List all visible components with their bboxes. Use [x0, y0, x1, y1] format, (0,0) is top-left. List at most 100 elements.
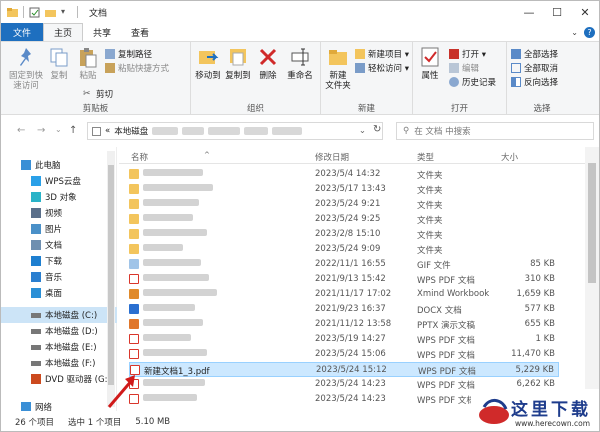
- open-button[interactable]: 打开 ▾: [449, 48, 486, 60]
- nav-item[interactable]: 此电脑: [1, 157, 117, 173]
- new-item-button[interactable]: 新建项目 ▾: [355, 48, 409, 60]
- pin-quick-access-button[interactable]: 固定到快 速访问: [9, 46, 43, 91]
- properties-button[interactable]: 属性: [417, 46, 443, 81]
- vertical-scrollbar[interactable]: [585, 147, 599, 411]
- paste-button[interactable]: 粘贴: [75, 46, 101, 81]
- address-bar[interactable]: « 本地磁盘 ⌄: [87, 122, 383, 140]
- nav-item[interactable]: DVD 驱动器 (G:: [1, 371, 117, 387]
- tab-view[interactable]: 查看: [121, 23, 159, 41]
- chevron-down-icon[interactable]: ▾: [61, 7, 72, 18]
- file-type: WPS PDF 文档: [417, 381, 475, 391]
- file-row[interactable]: 2021/9/13 15:42 WPS PDF 文档 310 KB: [129, 272, 559, 287]
- redacted-file-name: [143, 379, 205, 386]
- file-row[interactable]: 2023/5/24 9:25 文件夹: [129, 212, 559, 227]
- invert-selection-icon: [511, 77, 521, 87]
- file-row[interactable]: 2021/9/23 16:37 DOCX 文档 577 KB: [129, 302, 559, 317]
- search-input[interactable]: ⚲ 在 文档 中搜索: [396, 122, 594, 140]
- nav-item[interactable]: 本地磁盘 (E:): [1, 339, 117, 355]
- nav-item[interactable]: 视频: [1, 205, 117, 221]
- nav-item[interactable]: 图片: [1, 221, 117, 237]
- copy-path-button[interactable]: 复制路径: [105, 48, 152, 60]
- copy-button[interactable]: 复制: [47, 46, 71, 81]
- xmind-file-icon: [129, 289, 139, 299]
- nav-item[interactable]: 桌面: [1, 285, 117, 301]
- invert-selection-button[interactable]: 反向选择: [511, 76, 558, 88]
- search-icon: ⚲: [403, 126, 410, 136]
- nav-item[interactable]: 本地磁盘 (F:): [1, 355, 117, 371]
- select-none-button[interactable]: 全部取消: [511, 62, 558, 74]
- nav-item[interactable]: 本地磁盘 (D:): [1, 323, 117, 339]
- select-all-button[interactable]: 全部选择: [511, 48, 558, 60]
- chevron-down-icon[interactable]: ⌄: [55, 125, 62, 134]
- history-button[interactable]: 历史记录: [449, 76, 496, 88]
- easy-access-button[interactable]: 轻松访问 ▾: [355, 62, 409, 74]
- chevron-down-icon[interactable]: ⌄: [359, 126, 366, 136]
- file-row[interactable]: 2023/5/24 9:21 文件夹: [129, 197, 559, 212]
- column-header-date[interactable]: 修改日期: [315, 151, 349, 163]
- nav-item[interactable]: 3D 对象: [1, 189, 117, 205]
- tab-file[interactable]: 文件: [1, 23, 44, 41]
- copy-to-button[interactable]: 复制到: [223, 46, 253, 81]
- pptx-file-icon: [129, 319, 139, 329]
- tab-home[interactable]: 主页: [43, 23, 84, 41]
- minimize-button[interactable]: —: [515, 1, 543, 23]
- file-size: 11,470 KB: [511, 349, 555, 359]
- file-list: 名称 ^ 修改日期 类型 大小 2023/5/4 14:32 文件夹 2023/5/…: [119, 147, 599, 411]
- file-row[interactable]: 2023/5/17 13:43 文件夹: [129, 182, 559, 197]
- scrollbar-thumb[interactable]: [588, 163, 596, 283]
- file-row[interactable]: 新建文档1_3.pdf 2023/5/24 15:12 WPS PDF 文档 5,22…: [129, 362, 559, 377]
- scrollbar-thumb[interactable]: [108, 165, 114, 385]
- file-row[interactable]: 2023/5/24 9:09 文件夹: [129, 242, 559, 257]
- organize-group: 移动到 复制到 删除 重命名 组织: [191, 42, 321, 116]
- chevron-down-icon[interactable]: ⌄: [571, 28, 578, 37]
- properties-quick-icon[interactable]: [29, 7, 40, 18]
- move-to-button[interactable]: 移动到: [193, 46, 223, 81]
- file-row[interactable]: 2023/5/19 14:27 WPS PDF 文档 1 KB: [129, 332, 559, 347]
- redacted-path: [244, 127, 269, 135]
- tab-share[interactable]: 共享: [83, 23, 121, 41]
- file-row[interactable]: 2021/11/17 17:02 Xmind Workbook 1,659 KB: [129, 287, 559, 302]
- watermark: 这里下载 www.herecown.com: [471, 389, 599, 431]
- file-row[interactable]: 2023/2/8 15:10 文件夹: [129, 227, 559, 242]
- redacted-path: [208, 127, 241, 135]
- up-arrow-icon[interactable]: ↑: [69, 125, 77, 136]
- file-row[interactable]: 2021/11/12 13:58 PPTX 演示文稿 655 KB: [129, 317, 559, 332]
- breadcrumb-drive[interactable]: 本地磁盘: [114, 125, 148, 137]
- computer-icon: [21, 160, 31, 170]
- forward-arrow-icon[interactable]: →: [37, 125, 45, 136]
- help-icon[interactable]: ?: [584, 26, 595, 38]
- nav-item[interactable]: WPS云盘: [1, 173, 117, 189]
- nav-item[interactable]: 文档: [1, 237, 117, 253]
- file-date: 2023/5/24 15:06: [315, 349, 386, 359]
- refresh-icon[interactable]: ↻: [373, 124, 381, 135]
- nav-item[interactable]: 本地磁盘 (C:): [1, 307, 117, 323]
- cube-icon: [31, 192, 41, 202]
- file-row[interactable]: 2023/5/24 15:06 WPS PDF 文档 11,470 KB: [129, 347, 559, 362]
- column-header-type[interactable]: 类型: [417, 151, 434, 163]
- nav-scrollbar[interactable]: [107, 151, 115, 407]
- watermark-text: 这里下载: [511, 400, 591, 420]
- column-header-size[interactable]: 大小: [501, 151, 518, 163]
- new-folder-button[interactable]: 新建 文件夹: [323, 46, 353, 91]
- close-button[interactable]: ✕: [571, 1, 599, 23]
- nav-item-label: WPS云盘: [45, 177, 81, 187]
- maximize-button[interactable]: ☐: [543, 1, 571, 23]
- paste-shortcut-button[interactable]: 粘贴快捷方式: [105, 62, 169, 74]
- cut-button[interactable]: ✂ 剪切: [83, 88, 113, 100]
- new-folder-quick-icon[interactable]: [45, 7, 56, 18]
- redacted-file-name: [143, 259, 201, 266]
- nav-item[interactable]: 下载: [1, 253, 117, 269]
- file-row[interactable]: 2022/11/1 16:55 GIF 文件 85 KB: [129, 257, 559, 272]
- delete-button[interactable]: 删除: [257, 46, 279, 81]
- back-arrow-icon[interactable]: ←: [17, 125, 25, 136]
- pdf-file-icon: [129, 349, 139, 359]
- edit-button[interactable]: 编辑: [449, 62, 479, 74]
- nav-item[interactable]: 音乐: [1, 269, 117, 285]
- column-header-name[interactable]: 名称: [131, 151, 148, 163]
- rename-button[interactable]: 重命名: [283, 46, 317, 81]
- file-type: WPS PDF 文档: [417, 336, 475, 346]
- nav-item-label: 此电脑: [35, 161, 61, 171]
- file-type: WPS PDF 文档: [417, 276, 475, 286]
- paste-shortcut-icon: [105, 63, 115, 73]
- file-row[interactable]: 2023/5/4 14:32 文件夹: [129, 167, 559, 182]
